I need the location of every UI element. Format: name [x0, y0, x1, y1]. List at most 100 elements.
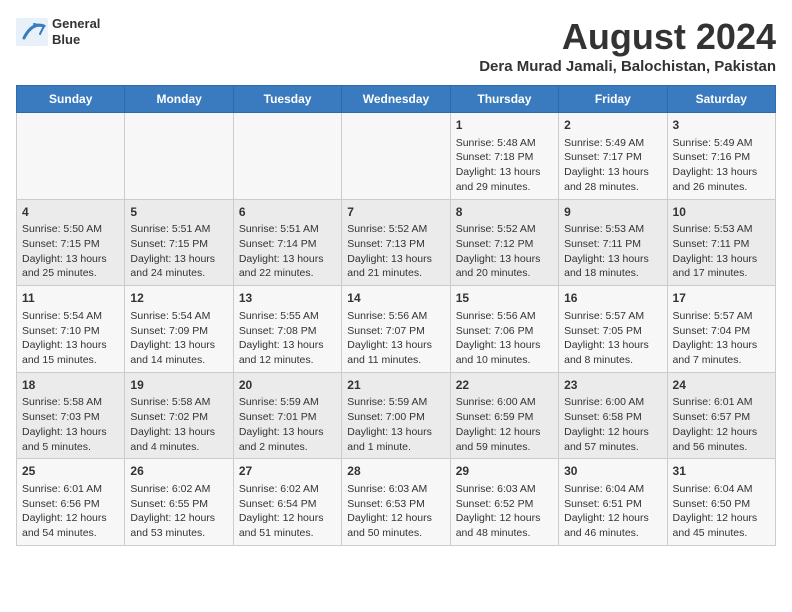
- day-number: 15: [456, 290, 553, 307]
- day-number: 22: [456, 377, 553, 394]
- week-row-2: 4Sunrise: 5:50 AMSunset: 7:15 PMDaylight…: [17, 199, 776, 286]
- day-number: 9: [564, 204, 661, 221]
- calendar-cell: 18Sunrise: 5:58 AMSunset: 7:03 PMDayligh…: [17, 372, 125, 459]
- day-number: 8: [456, 204, 553, 221]
- calendar-cell: 8Sunrise: 5:52 AMSunset: 7:12 PMDaylight…: [450, 199, 558, 286]
- day-number: 26: [130, 463, 227, 480]
- cell-content: Sunrise: 5:59 AMSunset: 7:01 PMDaylight:…: [239, 395, 336, 454]
- calendar-body: 1 Sunrise: 5:48 AMSunset: 7:18 PMDaylight…: [17, 113, 776, 546]
- calendar-cell: 3Sunrise: 5:49 AMSunset: 7:16 PMDaylight…: [667, 113, 775, 200]
- cell-content: Sunrise: 5:58 AMSunset: 7:03 PMDaylight:…: [22, 395, 119, 454]
- week-row-1: 1 Sunrise: 5:48 AMSunset: 7:18 PMDaylight…: [17, 113, 776, 200]
- logo: General Blue: [16, 16, 100, 47]
- week-row-4: 18Sunrise: 5:58 AMSunset: 7:03 PMDayligh…: [17, 372, 776, 459]
- day-number: 4: [22, 204, 119, 221]
- calendar-cell: 21Sunrise: 5:59 AMSunset: 7:00 PMDayligh…: [342, 372, 450, 459]
- calendar-cell: 16Sunrise: 5:57 AMSunset: 7:05 PMDayligh…: [559, 286, 667, 373]
- day-number: 21: [347, 377, 444, 394]
- day-number: 17: [673, 290, 770, 307]
- cell-content: Sunrise: 5:55 AMSunset: 7:08 PMDaylight:…: [239, 309, 336, 368]
- header-row: SundayMondayTuesdayWednesdayThursdayFrid…: [17, 86, 776, 113]
- day-number: 23: [564, 377, 661, 394]
- cell-content: Sunrise: 5:56 AMSunset: 7:06 PMDaylight:…: [456, 309, 553, 368]
- calendar-cell: 17Sunrise: 5:57 AMSunset: 7:04 PMDayligh…: [667, 286, 775, 373]
- cell-content: Sunrise: 5:51 AMSunset: 7:15 PMDaylight:…: [130, 222, 227, 281]
- calendar-cell: 29 Sunrise: 6:03 AMSunset: 6:52 PMDayligh…: [450, 459, 558, 546]
- calendar-cell: 14 Sunrise: 5:56 AMSunset: 7:07 PMDayligh…: [342, 286, 450, 373]
- day-number: 28: [347, 463, 444, 480]
- cell-content: Sunrise: 5:52 AMSunset: 7:12 PMDaylight:…: [456, 222, 553, 281]
- cell-content: Sunrise: 5:49 AMSunset: 7:16 PMDaylight:…: [673, 136, 770, 195]
- calendar-cell: 30Sunrise: 6:04 AMSunset: 6:51 PMDayligh…: [559, 459, 667, 546]
- calendar-cell: 4Sunrise: 5:50 AMSunset: 7:15 PMDaylight…: [17, 199, 125, 286]
- calendar-cell: 12 Sunrise: 5:54 AMSunset: 7:09 PMDayligh…: [125, 286, 233, 373]
- day-number: 7: [347, 204, 444, 221]
- day-number: 2: [564, 117, 661, 134]
- week-row-5: 25Sunrise: 6:01 AMSunset: 6:56 PMDayligh…: [17, 459, 776, 546]
- cell-content: Sunrise: 6:00 AMSunset: 6:58 PMDaylight:…: [564, 395, 661, 454]
- calendar-cell: 19Sunrise: 5:58 AMSunset: 7:02 PMDayligh…: [125, 372, 233, 459]
- cell-content: Sunrise: 6:03 AMSunset: 6:53 PMDaylight:…: [347, 482, 444, 541]
- day-number: 5: [130, 204, 227, 221]
- header-cell-sunday: Sunday: [17, 86, 125, 113]
- day-number: 11: [22, 290, 119, 307]
- header-cell-wednesday: Wednesday: [342, 86, 450, 113]
- day-number: 12: [130, 290, 227, 307]
- title-block: August 2024 Dera Murad Jamali, Balochist…: [479, 16, 776, 75]
- cell-content: Sunrise: 6:04 AMSunset: 6:50 PMDaylight:…: [673, 482, 770, 541]
- day-number: 31: [673, 463, 770, 480]
- header-cell-saturday: Saturday: [667, 86, 775, 113]
- day-number: 19: [130, 377, 227, 394]
- logo-icon: [16, 18, 48, 46]
- day-number: 13: [239, 290, 336, 307]
- cell-content: Sunrise: 6:00 AMSunset: 6:59 PMDaylight:…: [456, 395, 553, 454]
- cell-content: Sunrise: 5:59 AMSunset: 7:00 PMDaylight:…: [347, 395, 444, 454]
- calendar-cell: [342, 113, 450, 200]
- cell-content: Sunrise: 6:04 AMSunset: 6:51 PMDaylight:…: [564, 482, 661, 541]
- calendar-cell: 25Sunrise: 6:01 AMSunset: 6:56 PMDayligh…: [17, 459, 125, 546]
- header-cell-friday: Friday: [559, 86, 667, 113]
- calendar-cell: 1 Sunrise: 5:48 AMSunset: 7:18 PMDaylight…: [450, 113, 558, 200]
- cell-content: Sunrise: 6:02 AMSunset: 6:55 PMDaylight:…: [130, 482, 227, 541]
- header-cell-monday: Monday: [125, 86, 233, 113]
- cell-content: Sunrise: 5:52 AMSunset: 7:13 PMDaylight:…: [347, 222, 444, 281]
- cell-content: Sunrise: 6:03 AMSunset: 6:52 PMDaylight:…: [456, 482, 553, 541]
- cell-content: Sunrise: 5:58 AMSunset: 7:02 PMDaylight:…: [130, 395, 227, 454]
- calendar-cell: 28 Sunrise: 6:03 AMSunset: 6:53 PMDayligh…: [342, 459, 450, 546]
- day-number: 16: [564, 290, 661, 307]
- calendar-cell: 15 Sunrise: 5:56 AMSunset: 7:06 PMDayligh…: [450, 286, 558, 373]
- cell-content: Sunrise: 5:56 AMSunset: 7:07 PMDaylight:…: [347, 309, 444, 368]
- day-number: 27: [239, 463, 336, 480]
- cell-content: Sunrise: 6:01 AMSunset: 6:56 PMDaylight:…: [22, 482, 119, 541]
- cell-content: Sunrise: 5:53 AMSunset: 7:11 PMDaylight:…: [673, 222, 770, 281]
- calendar-cell: 26 Sunrise: 6:02 AMSunset: 6:55 PMDayligh…: [125, 459, 233, 546]
- day-number: 29: [456, 463, 553, 480]
- subtitle: Dera Murad Jamali, Balochistan, Pakistan: [479, 58, 776, 75]
- calendar-header: SundayMondayTuesdayWednesdayThursdayFrid…: [17, 86, 776, 113]
- calendar-cell: 13 Sunrise: 5:55 AMSunset: 7:08 PMDayligh…: [233, 286, 341, 373]
- day-number: 20: [239, 377, 336, 394]
- cell-content: Sunrise: 5:49 AMSunset: 7:17 PMDaylight:…: [564, 136, 661, 195]
- cell-content: Sunrise: 6:01 AMSunset: 6:57 PMDaylight:…: [673, 395, 770, 454]
- main-title: August 2024: [479, 16, 776, 58]
- calendar-cell: 11Sunrise: 5:54 AMSunset: 7:10 PMDayligh…: [17, 286, 125, 373]
- logo-line1: General: [52, 16, 100, 32]
- day-number: 14: [347, 290, 444, 307]
- cell-content: Sunrise: 5:51 AMSunset: 7:14 PMDaylight:…: [239, 222, 336, 281]
- calendar-cell: 22Sunrise: 6:00 AMSunset: 6:59 PMDayligh…: [450, 372, 558, 459]
- day-number: 1: [456, 117, 553, 134]
- cell-content: Sunrise: 6:02 AMSunset: 6:54 PMDaylight:…: [239, 482, 336, 541]
- calendar-cell: 24Sunrise: 6:01 AMSunset: 6:57 PMDayligh…: [667, 372, 775, 459]
- day-number: 6: [239, 204, 336, 221]
- calendar-cell: [17, 113, 125, 200]
- cell-content: Sunrise: 5:48 AMSunset: 7:18 PMDaylight:…: [456, 136, 553, 195]
- logo-line2: Blue: [52, 32, 100, 48]
- calendar-cell: 7Sunrise: 5:52 AMSunset: 7:13 PMDaylight…: [342, 199, 450, 286]
- calendar-cell: 23Sunrise: 6:00 AMSunset: 6:58 PMDayligh…: [559, 372, 667, 459]
- cell-content: Sunrise: 5:54 AMSunset: 7:09 PMDaylight:…: [130, 309, 227, 368]
- header: General Blue August 2024 Dera Murad Jama…: [16, 16, 776, 75]
- calendar-cell: 6Sunrise: 5:51 AMSunset: 7:14 PMDaylight…: [233, 199, 341, 286]
- cell-content: Sunrise: 5:53 AMSunset: 7:11 PMDaylight:…: [564, 222, 661, 281]
- calendar-cell: 2 Sunrise: 5:49 AMSunset: 7:17 PMDaylight…: [559, 113, 667, 200]
- header-cell-tuesday: Tuesday: [233, 86, 341, 113]
